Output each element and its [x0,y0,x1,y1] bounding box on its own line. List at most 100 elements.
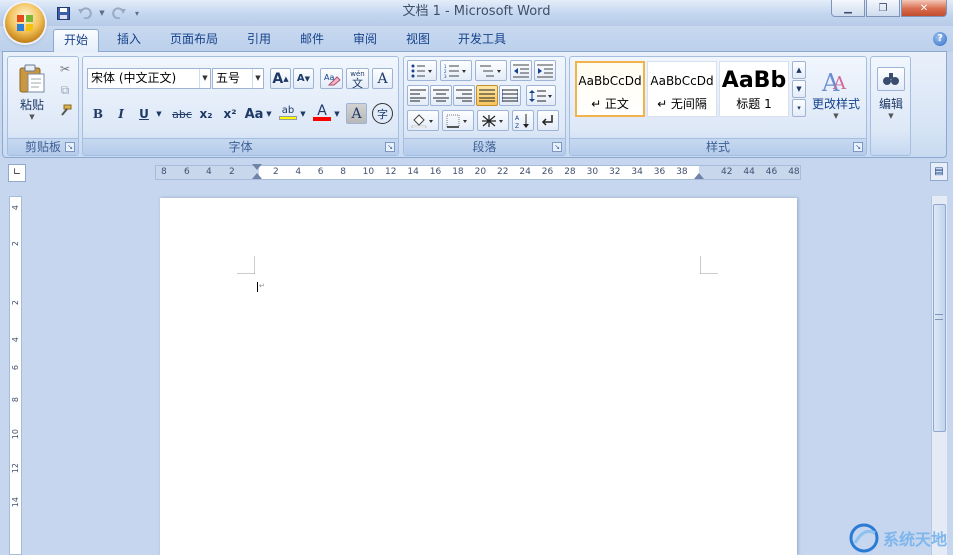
vertical-scrollbar[interactable] [931,196,947,555]
vruler-tick-label: 2 [11,241,20,247]
grow-font-icon: A [272,70,284,87]
minimize-button[interactable]: ▁ [831,0,865,17]
right-indent-marker[interactable] [694,173,704,179]
tab-stop-selector[interactable]: ∟ [8,164,26,182]
ruler-tick-label: 46 [765,167,778,177]
document-page[interactable]: ↵ [160,198,797,555]
change-case-button[interactable]: Aa [243,104,265,124]
save-icon[interactable] [54,4,72,22]
redo-icon[interactable] [110,4,128,22]
vruler-tick-label: 10 [11,429,20,440]
tab-mailings[interactable]: 邮件 [289,29,335,52]
shrink-font-button[interactable]: A ▼ [293,68,314,89]
paragraph-launcher-icon[interactable]: ↘ [552,142,562,152]
font-name-combo[interactable]: 宋体 (中文正文) ▼ [87,68,211,89]
styles-scroll-up-icon[interactable]: ▲ [792,61,806,79]
increase-indent-button[interactable] [534,60,556,81]
show-marks-button[interactable] [537,110,559,131]
view-ruler-icon[interactable]: ▤ [930,162,948,181]
paste-button[interactable]: 粘贴 ▼ [12,59,52,125]
change-case-dropdown-icon[interactable]: ▼ [265,104,273,124]
change-styles-button[interactable]: A A 更改样式 ▼ [809,59,863,127]
styles-gallery-scroll: ▲ ▼ ▾ [792,61,806,117]
font-color-button[interactable]: A [311,102,333,124]
numbering-button[interactable]: 123 [440,60,472,81]
styles-launcher-icon[interactable]: ↘ [853,142,863,152]
vertical-ruler[interactable]: 4 2 2 4 6 8 10 12 14 [9,196,22,555]
chinese-layout-button[interactable] [477,110,509,131]
multilevel-list-button[interactable] [475,60,507,81]
tab-page-layout[interactable]: 页面布局 [160,29,228,52]
grow-font-button[interactable]: A ▲ [270,68,291,89]
font-name-dropdown-icon[interactable]: ▼ [199,69,210,88]
vruler-tick-label: 12 [11,463,20,474]
line-spacing-icon [529,89,552,102]
tab-home[interactable]: 开始 [53,29,99,52]
subscript-button[interactable]: x₂ [196,104,216,124]
decrease-indent-button[interactable] [510,60,532,81]
restore-button[interactable]: ❐ [866,0,900,17]
highlight-button[interactable]: ab [277,102,299,124]
copy-icon[interactable]: ⧉ [56,81,74,99]
underline-button[interactable]: U [134,104,154,124]
superscript-button[interactable]: x² [219,104,241,124]
help-icon[interactable]: ? [933,32,947,46]
align-right-button[interactable] [453,85,475,106]
first-line-indent-marker[interactable] [252,164,262,170]
strikethrough-button[interactable]: abc [169,104,195,124]
underline-dropdown-icon[interactable]: ▼ [154,104,164,124]
ruler-tick-label: 22 [497,167,509,177]
hanging-indent-marker[interactable] [252,173,262,179]
tab-view[interactable]: 视图 [395,29,441,52]
office-button[interactable] [5,3,45,43]
multilevel-list-icon [480,65,501,76]
style-no-spacing[interactable]: AaBbCcDd ↵ 无间隔 [647,61,717,117]
quick-styles-gallery: AaBbCcDd ↵ 正文 AaBbCcDd ↵ 无间隔 AaBb 标题 1 [575,61,790,117]
character-border-button[interactable]: A [372,68,393,89]
phonetic-guide-button[interactable]: wén 文 [346,68,369,89]
format-painter-icon[interactable] [56,102,74,120]
character-shading-button[interactable]: A [346,103,367,124]
customize-qat-icon[interactable]: ▾ [132,4,142,22]
highlight-dropdown-icon[interactable]: ▼ [299,104,307,124]
font-color-dropdown-icon[interactable]: ▼ [333,104,341,124]
tab-review[interactable]: 审阅 [342,29,388,52]
undo-dropdown-icon[interactable]: ▼ [98,4,106,22]
align-center-button[interactable] [430,85,452,106]
style-normal[interactable]: AaBbCcDd ↵ 正文 [575,61,645,117]
ruler-tick-label: 28 [564,167,576,177]
cut-icon[interactable]: ✂ [56,60,74,78]
styles-scroll-down-icon[interactable]: ▼ [792,80,806,98]
line-spacing-button[interactable] [526,85,556,106]
italic-button[interactable]: I [111,104,131,124]
distributed-button[interactable] [499,85,521,106]
font-size-combo[interactable]: 五号 ▼ [212,68,264,89]
phonetic-guide-icon: 文 [352,76,363,90]
editing-button[interactable]: 编辑 ▼ [873,59,909,127]
font-size-dropdown-icon[interactable]: ▼ [252,69,263,88]
change-styles-dropdown-icon: ▼ [833,111,839,120]
sort-button[interactable]: AZ [512,110,534,131]
bullets-button[interactable] [407,60,437,81]
styles-more-icon[interactable]: ▾ [792,99,806,117]
shading-button[interactable] [407,110,439,131]
clipboard-launcher-icon[interactable]: ↘ [65,142,75,152]
borders-button[interactable] [442,110,474,131]
enclose-characters-button[interactable]: 字 [372,103,393,124]
bold-button[interactable]: B [88,104,108,124]
tab-references[interactable]: 引用 [236,29,282,52]
align-left-button[interactable] [407,85,429,106]
style-heading-1[interactable]: AaBb 标题 1 [719,61,789,117]
close-button[interactable]: ✕ [901,0,947,17]
tab-insert[interactable]: 插入 [105,29,153,52]
svg-text:A: A [832,73,847,94]
tab-developer[interactable]: 开发工具 [448,29,516,52]
vruler-tick-label: 8 [11,397,20,403]
horizontal-ruler[interactable]: 8 6 4 2 2 4 6 8 10 12 14 16 18 20 22 24 26 28 30 32 34 36 38 42… [155,164,801,180]
undo-icon[interactable] [76,4,94,22]
font-launcher-icon[interactable]: ↘ [385,142,395,152]
editing-dropdown-icon: ▼ [888,111,894,120]
highlight-icon: ab [281,105,295,116]
justify-button[interactable] [476,85,498,106]
clear-formatting-button[interactable]: Aa [320,68,343,89]
